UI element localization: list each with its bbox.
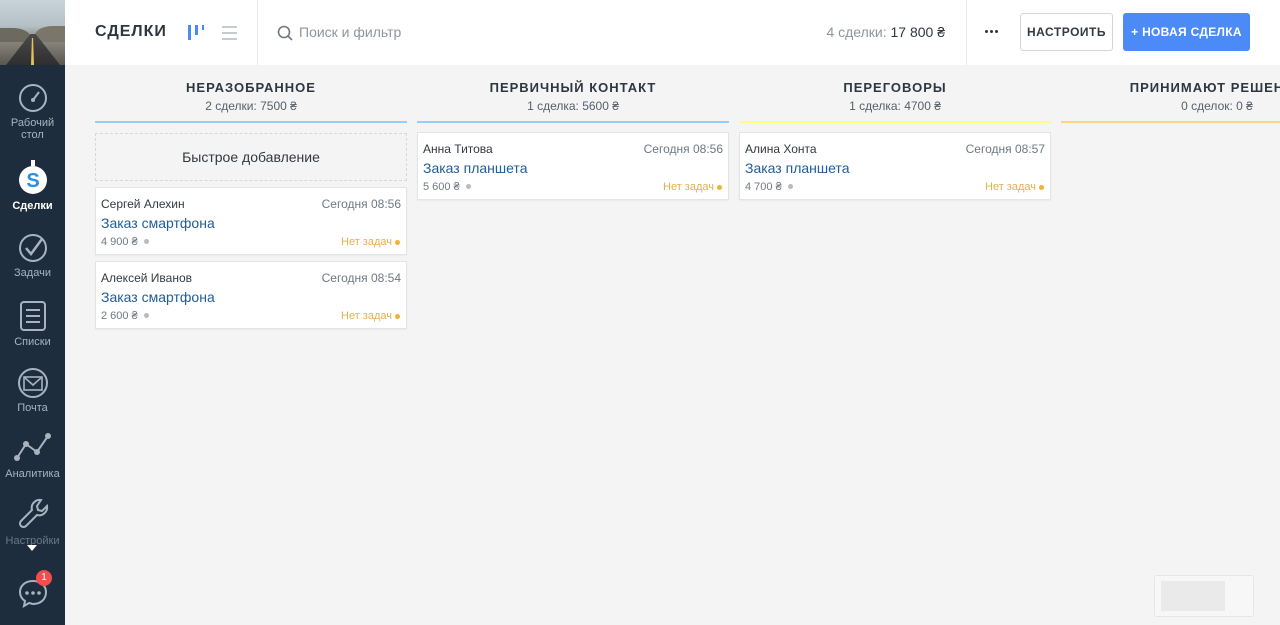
- quick-add-button[interactable]: Быстрое добавление: [95, 133, 407, 181]
- sidebar-item-label: Сделки: [12, 200, 53, 212]
- search-input[interactable]: [299, 21, 699, 43]
- sidebar-item-settings[interactable]: Настройки: [0, 497, 65, 547]
- sidebar-item-dashboard[interactable]: Рабочий стол: [0, 83, 65, 141]
- card-date: Сегодня 08:54: [321, 271, 401, 285]
- deal-card[interactable]: Алина Хонта Сегодня 08:57 Заказ планшета…: [739, 132, 1051, 200]
- list-view-icon[interactable]: [222, 22, 238, 42]
- card-title[interactable]: Заказ смартфона: [101, 215, 215, 231]
- check-icon: [18, 234, 47, 262]
- deal-card[interactable]: Анна Титова Сегодня 08:56 Заказ планшета…: [417, 132, 729, 200]
- mail-icon: [17, 368, 48, 398]
- column-title: ПЕРЕГОВОРЫ: [843, 80, 947, 95]
- sidebar-item-label: Почта: [17, 402, 48, 414]
- column-summary: 0 сделок: 0 ₴: [1181, 99, 1253, 113]
- task-status-dot: [395, 314, 400, 319]
- speedometer-icon: [18, 84, 47, 112]
- card-price: 4 900 ₴: [101, 236, 149, 248]
- top-bar: СДЕЛКИ 4 сделки: 17 800 ₴ НАСТРОИТЬ + НО…: [65, 0, 1280, 65]
- sidebar-item-mail[interactable]: Почта: [0, 368, 65, 414]
- task-status-dot: [1039, 185, 1044, 190]
- card-tasks[interactable]: Нет задач: [985, 181, 1036, 193]
- deals-summary: 4 сделки: 17 800 ₴: [826, 24, 945, 40]
- task-status-dot: [717, 185, 722, 190]
- deal-card[interactable]: Алексей Иванов Сегодня 08:54 Заказ смарт…: [95, 261, 407, 329]
- sidebar-item-deals[interactable]: S Сделки: [0, 160, 65, 212]
- card-title[interactable]: Заказ планшета: [423, 160, 527, 176]
- column-title: ПЕРВИЧНЫЙ КОНТАКТ: [489, 80, 657, 95]
- pipeline-column: ПЕРЕГОВОРЫ 1 сделка: 4700 ₴ Алина Хонта …: [739, 65, 1051, 625]
- page-title: СДЕЛКИ: [95, 23, 167, 40]
- card-title[interactable]: Заказ планшета: [745, 160, 849, 176]
- wrench-icon: [18, 498, 48, 529]
- card-tasks[interactable]: Нет задач: [663, 181, 714, 193]
- card-price: 4 700 ₴: [745, 181, 793, 193]
- card-price: 2 600 ₴: [101, 310, 149, 322]
- card-contact[interactable]: Алексей Иванов: [101, 271, 192, 285]
- column-summary: 1 сделка: 4700 ₴: [849, 99, 941, 113]
- deal-card[interactable]: Сергей Алехин Сегодня 08:56 Заказ смартф…: [95, 187, 407, 255]
- column-title: НЕРАЗОБРАННОЕ: [186, 80, 316, 95]
- card-date: Сегодня 08:56: [643, 142, 723, 156]
- column-color-bar: [739, 121, 1051, 123]
- column-color-bar: [95, 121, 407, 123]
- sidebar: Рабочий стол S Сделки Задачи Списки Почт…: [0, 0, 65, 625]
- card-date: Сегодня 08:57: [965, 142, 1045, 156]
- card-contact[interactable]: Алина Хонта: [745, 142, 817, 156]
- sidebar-item-label: Списки: [14, 336, 51, 348]
- sidebar-item-label: Рабочий стол: [10, 117, 55, 141]
- svg-text:S: S: [26, 170, 39, 192]
- summary-amount: 17 800 ₴: [890, 24, 946, 40]
- sidebar-item-label: Задачи: [14, 267, 51, 279]
- column-title: ПРИНИМАЮТ РЕШЕНИЕ: [1129, 80, 1280, 95]
- sidebar-item-tasks[interactable]: Задачи: [0, 233, 65, 279]
- summary-count: 4 сделки:: [826, 24, 887, 40]
- card-contact[interactable]: Анна Титова: [423, 142, 493, 156]
- notification-badge: 1: [36, 570, 52, 586]
- more-icon[interactable]: [985, 30, 1001, 34]
- card-tasks[interactable]: Нет задач: [341, 310, 392, 322]
- sidebar-item-label: Аналитика: [5, 468, 60, 480]
- sidebar-item-lists[interactable]: Списки: [0, 300, 65, 348]
- card-date: Сегодня 08:56: [321, 197, 401, 211]
- pipeline-column: ПРИНИМАЮТ РЕШЕНИЕ 0 сделок: 0 ₴: [1061, 65, 1280, 625]
- column-summary: 2 сделки: 7500 ₴: [205, 99, 297, 113]
- dollar-icon: S: [18, 160, 47, 194]
- card-price: 5 600 ₴: [423, 181, 471, 193]
- pipeline-column: ПЕРВИЧНЫЙ КОНТАКТ 1 сделка: 5600 ₴ Анна …: [417, 65, 729, 625]
- chevron-down-icon[interactable]: [27, 545, 37, 551]
- avatar[interactable]: [0, 0, 65, 65]
- setup-button[interactable]: НАСТРОИТЬ: [1020, 13, 1113, 51]
- analytics-icon: [13, 433, 51, 461]
- kanban-view-icon[interactable]: [187, 22, 205, 42]
- card-tasks[interactable]: Нет задач: [341, 236, 392, 248]
- scroll-minimap[interactable]: [1154, 575, 1254, 617]
- column-summary: 1 сделка: 5600 ₴: [527, 99, 619, 113]
- column-color-bar: [417, 121, 729, 123]
- column-color-bar: [1061, 121, 1280, 123]
- new-deal-button[interactable]: + НОВАЯ СДЕЛКА: [1123, 13, 1250, 51]
- card-contact[interactable]: Сергей Алехин: [101, 197, 185, 211]
- pipeline-column: НЕРАЗОБРАННОЕ 2 сделки: 7500 ₴ Быстрое д…: [95, 65, 407, 625]
- task-status-dot: [395, 240, 400, 245]
- sidebar-item-analytics[interactable]: Аналитика: [0, 432, 65, 480]
- card-title[interactable]: Заказ смартфона: [101, 289, 215, 305]
- search-icon: [277, 25, 293, 41]
- list-icon: [19, 301, 46, 331]
